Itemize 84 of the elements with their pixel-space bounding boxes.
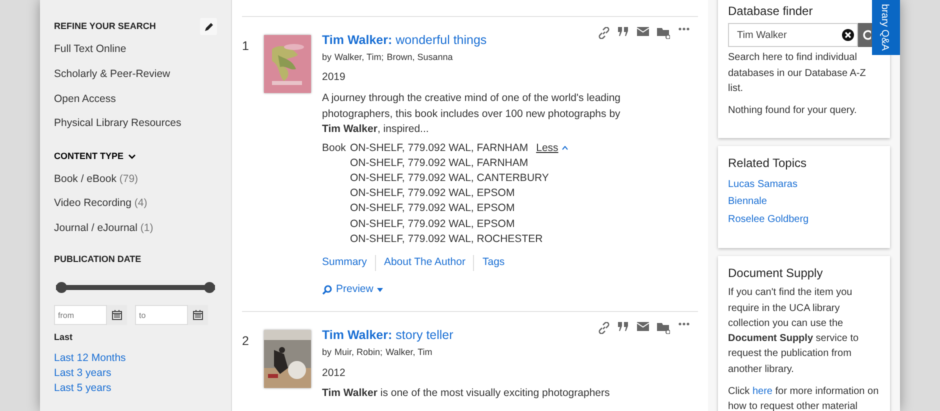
date-range-link[interactable]: Last 5 years xyxy=(54,380,112,396)
mail-icon[interactable] xyxy=(637,27,649,36)
author-separator: ; xyxy=(381,50,384,64)
status-message: Nothing found for your query. xyxy=(728,104,858,118)
filter-link[interactable]: Full Text Online xyxy=(54,42,126,58)
holding-link[interactable]: ON-SHELF, 779.092 WAL, CANTERBURY xyxy=(350,170,549,186)
folder-icon[interactable] xyxy=(657,322,670,334)
filter-link[interactable]: Journal / eJournal (1) xyxy=(54,221,154,237)
holding-link[interactable]: ON-SHELF, 779.092 WAL, EPSOM xyxy=(350,201,515,217)
author-link[interactable]: Walker, Tim xyxy=(386,346,432,360)
result-snippet: A journey through the creative mind of one of the world's leading photographers, this book includes over 100 new photographs by Tim Walker, inspired... xyxy=(322,91,622,137)
card-title: Related Topics xyxy=(728,156,808,171)
link-icon[interactable] xyxy=(598,322,610,334)
help-text: Search here to find individual databases in our Database A-Z list. xyxy=(728,51,867,96)
publication-year: 2012 xyxy=(322,366,346,381)
quote-icon[interactable] xyxy=(618,322,629,332)
caret-icon xyxy=(377,288,384,292)
topic-link[interactable]: Roselee Goldberg xyxy=(728,210,809,228)
result-title[interactable]: Tim Walker: story teller xyxy=(322,326,454,346)
result-snippet: Tim Walker is one of the most visually exciting photographers xyxy=(322,386,611,402)
result-tab[interactable]: About The Author xyxy=(374,254,474,271)
filter-link[interactable]: Open Access xyxy=(54,92,116,108)
author-prefix: by xyxy=(322,346,332,360)
publication-year: 2019 xyxy=(322,70,346,86)
author-prefix: by xyxy=(322,50,332,64)
link-icon[interactable] xyxy=(598,27,610,39)
more-icon[interactable] xyxy=(678,322,690,326)
search-icon xyxy=(862,30,871,42)
author-link[interactable]: Brown, Susanna xyxy=(386,50,453,64)
result-title[interactable]: Tim Walker: wonderful things xyxy=(322,31,487,50)
range-slider[interactable] xyxy=(56,282,215,294)
date-field[interactable]: from xyxy=(54,305,107,326)
slider-handle[interactable] xyxy=(204,282,215,294)
calendar-icon xyxy=(193,310,203,320)
date-field[interactable]: to xyxy=(135,305,188,326)
result-number: 1 xyxy=(242,38,250,55)
topic-link[interactable]: Lucas Samaras xyxy=(728,176,798,194)
filter-link[interactable]: Scholarly & Peer-Review xyxy=(54,66,170,82)
folder-icon[interactable] xyxy=(657,27,670,39)
holding-link[interactable]: ON-SHELF, 779.092 WAL, EPSOM xyxy=(350,216,515,232)
result-tab[interactable]: Tags xyxy=(473,254,513,271)
clear-icon[interactable] xyxy=(842,29,854,42)
section-heading: REFINE YOUR SEARCH xyxy=(54,20,156,33)
card-title: Document Supply xyxy=(728,266,824,280)
author-separator: ; xyxy=(380,346,383,360)
section-heading: PUBLICATION DATE xyxy=(54,252,142,266)
pencil-icon xyxy=(204,22,214,32)
card-text: Click here for more information on how to request other material xyxy=(728,384,880,411)
calendar-icon xyxy=(112,310,122,320)
holding-link[interactable]: ON-SHELF, 779.092 WAL, FARNHAM xyxy=(350,156,528,171)
holding-link[interactable]: ON-SHELF, 779.092 WAL, FARNHAM xyxy=(350,140,528,156)
filter-link[interactable]: Book / eBook (79) xyxy=(54,172,138,188)
more-icon[interactable] xyxy=(678,27,690,31)
author-link[interactable]: Muir, Robin xyxy=(334,346,380,360)
less-link[interactable]: Less xyxy=(536,140,568,156)
holding-link[interactable]: ON-SHELF, 779.092 WAL, ROCHESTER xyxy=(350,232,543,247)
preview-link[interactable]: Preview xyxy=(322,282,384,298)
section-toggle[interactable]: CONTENT TYPE xyxy=(54,150,136,164)
quote-icon[interactable] xyxy=(618,27,629,37)
holding-link[interactable]: ON-SHELF, 779.092 WAL, EPSOM xyxy=(350,186,515,202)
chevron-icon xyxy=(128,154,136,160)
result-number: 2 xyxy=(242,333,250,350)
calendar-button[interactable] xyxy=(188,305,208,326)
filter-label: Last xyxy=(54,331,74,344)
topic-link[interactable]: Biennale xyxy=(728,193,767,211)
mail-icon[interactable] xyxy=(637,322,649,332)
format-label: Book xyxy=(322,140,346,156)
filter-link[interactable]: Physical Library Resources xyxy=(54,116,182,132)
chevron-icon xyxy=(562,146,568,150)
search-button[interactable] xyxy=(858,23,872,48)
slider-handle[interactable] xyxy=(56,282,67,294)
author-link[interactable]: Walker, Tim xyxy=(334,50,382,64)
help-tab[interactable]: brary Q&A xyxy=(872,0,900,55)
card-text: If you can't find the item you require in the UCA library collection you can use the Document Supply service to request the publication from another library. xyxy=(728,286,860,376)
edit-button[interactable] xyxy=(200,18,217,35)
here-link[interactable]: here xyxy=(752,386,772,397)
filter-link[interactable]: Video Recording (4) xyxy=(54,196,148,212)
search-field[interactable]: Tim Walker xyxy=(728,23,858,48)
result-tab[interactable]: Summary xyxy=(322,254,375,271)
date-range-link[interactable]: Last 12 Months xyxy=(54,350,126,366)
calendar-button[interactable] xyxy=(107,305,127,326)
magnifier-icon xyxy=(322,284,332,295)
date-range-link[interactable]: Last 3 years xyxy=(54,366,112,381)
card-title: Database finder xyxy=(728,4,814,18)
